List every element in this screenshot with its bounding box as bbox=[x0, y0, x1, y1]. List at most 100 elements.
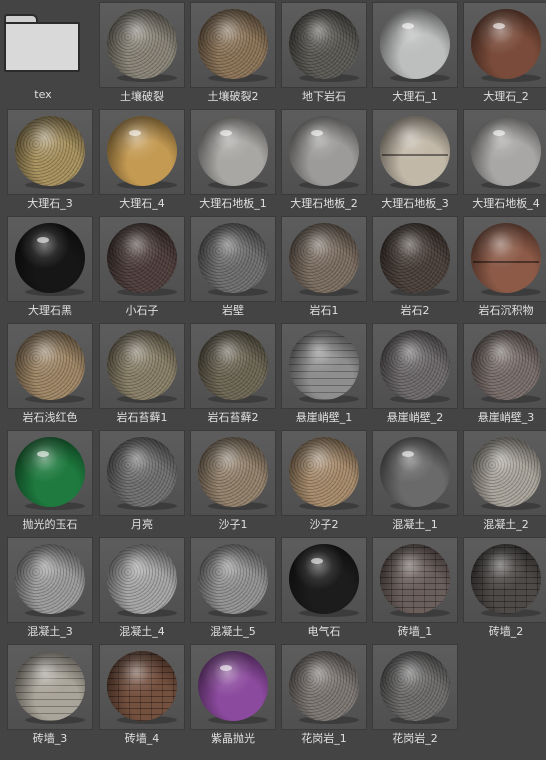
material-label: 岩石沉积物 bbox=[478, 304, 534, 317]
material-label: 花岗岩_2 bbox=[392, 732, 438, 745]
material-sphere bbox=[198, 437, 268, 507]
material-item[interactable]: 沙子2 bbox=[281, 430, 367, 534]
material-label: 砖墙_2 bbox=[488, 625, 524, 638]
material-item[interactable]: 岩石苔藓2 bbox=[190, 323, 276, 427]
material-sphere bbox=[15, 651, 85, 721]
folder-thumbnail bbox=[0, 0, 86, 86]
material-item[interactable]: 大理石_1 bbox=[372, 2, 458, 106]
material-item[interactable]: 土壤破裂 bbox=[99, 2, 185, 106]
material-sphere bbox=[198, 544, 268, 614]
material-label: 月亮 bbox=[131, 518, 153, 531]
material-item[interactable]: 大理石黑 bbox=[7, 216, 93, 320]
material-sphere bbox=[15, 544, 85, 614]
folder-tex[interactable]: tex bbox=[0, 0, 86, 104]
material-item[interactable]: 大理石_4 bbox=[99, 109, 185, 213]
material-thumbnail bbox=[463, 2, 546, 88]
material-item[interactable]: 岩石沉积物 bbox=[463, 216, 546, 320]
material-item[interactable]: 大理石地板_2 bbox=[281, 109, 367, 213]
material-item[interactable]: 岩石2 bbox=[372, 216, 458, 320]
material-sphere bbox=[107, 330, 177, 400]
material-item[interactable]: 混凝土_4 bbox=[99, 537, 185, 641]
material-item[interactable]: 悬崖峭壁_2 bbox=[372, 323, 458, 427]
material-item[interactable]: 砖墙_3 bbox=[7, 644, 93, 748]
material-item[interactable]: 混凝土_3 bbox=[7, 537, 93, 641]
material-item[interactable]: 岩壁 bbox=[190, 216, 276, 320]
material-thumbnail bbox=[99, 2, 185, 88]
material-thumbnail bbox=[7, 216, 93, 302]
material-sphere bbox=[380, 651, 450, 721]
material-thumbnail bbox=[372, 323, 458, 409]
material-item[interactable]: 花岗岩_1 bbox=[281, 644, 367, 748]
material-thumbnail bbox=[372, 2, 458, 88]
material-thumbnail bbox=[7, 323, 93, 409]
material-sphere bbox=[471, 437, 541, 507]
material-thumbnail bbox=[190, 537, 276, 623]
material-item[interactable]: 紫晶抛光 bbox=[190, 644, 276, 748]
material-item[interactable]: 岩石1 bbox=[281, 216, 367, 320]
material-item[interactable]: 月亮 bbox=[99, 430, 185, 534]
material-label: 混凝土_2 bbox=[483, 518, 529, 531]
material-item[interactable]: 混凝土_5 bbox=[190, 537, 276, 641]
material-item[interactable]: 混凝土_1 bbox=[372, 430, 458, 534]
material-label: 岩石1 bbox=[309, 304, 339, 317]
material-sphere bbox=[289, 116, 359, 186]
material-thumbnail bbox=[281, 323, 367, 409]
material-item[interactable]: 土壤破裂2 bbox=[190, 2, 276, 106]
material-item[interactable]: 大理石地板_4 bbox=[463, 109, 546, 213]
material-label: 花岗岩_1 bbox=[301, 732, 347, 745]
material-sphere bbox=[471, 116, 541, 186]
material-item[interactable]: 砖墙_2 bbox=[463, 537, 546, 641]
material-thumbnail bbox=[281, 109, 367, 195]
material-item[interactable]: 抛光的玉石 bbox=[7, 430, 93, 534]
material-item[interactable]: 沙子1 bbox=[190, 430, 276, 534]
material-thumbnail bbox=[281, 644, 367, 730]
material-label: 悬崖峭壁_1 bbox=[295, 411, 353, 424]
material-item[interactable]: 地下岩石 bbox=[281, 2, 367, 106]
material-browser-grid: tex 土壤破裂 土壤破裂2 地下岩石 大理石_1 大理石_2 大理石_3 大理石_4 大理石… bbox=[0, 0, 546, 760]
material-thumbnail bbox=[281, 2, 367, 88]
material-sphere bbox=[289, 437, 359, 507]
material-sphere bbox=[289, 223, 359, 293]
material-thumbnail bbox=[7, 537, 93, 623]
material-item[interactable]: 电气石 bbox=[281, 537, 367, 641]
material-item[interactable]: 岩石浅红色 bbox=[7, 323, 93, 427]
material-item[interactable]: 大理石_3 bbox=[7, 109, 93, 213]
material-thumbnail bbox=[372, 537, 458, 623]
material-sphere bbox=[471, 330, 541, 400]
material-thumbnail bbox=[99, 109, 185, 195]
material-item[interactable]: 大理石地板_1 bbox=[190, 109, 276, 213]
material-thumbnail bbox=[190, 2, 276, 88]
material-label: 岩石2 bbox=[400, 304, 430, 317]
material-label: 混凝土_4 bbox=[119, 625, 165, 638]
material-item[interactable]: 砖墙_4 bbox=[99, 644, 185, 748]
material-item[interactable]: 砖墙_1 bbox=[372, 537, 458, 641]
material-item[interactable]: 大理石地板_3 bbox=[372, 109, 458, 213]
material-thumbnail bbox=[99, 644, 185, 730]
material-thumbnail bbox=[463, 430, 546, 516]
material-item[interactable]: 岩石苔藓1 bbox=[99, 323, 185, 427]
material-label: 大理石_4 bbox=[119, 197, 165, 210]
material-sphere bbox=[471, 9, 541, 79]
material-sphere bbox=[380, 223, 450, 293]
material-thumbnail bbox=[99, 216, 185, 302]
material-item[interactable]: 花岗岩_2 bbox=[372, 644, 458, 748]
material-thumbnail bbox=[463, 537, 546, 623]
material-item[interactable]: 悬崖峭壁_1 bbox=[281, 323, 367, 427]
material-thumbnail bbox=[372, 430, 458, 516]
material-label: 大理石地板_1 bbox=[199, 197, 267, 210]
material-item[interactable]: 大理石_2 bbox=[463, 2, 546, 106]
material-thumbnail bbox=[463, 109, 546, 195]
material-thumbnail bbox=[372, 109, 458, 195]
material-label: 大理石地板_2 bbox=[290, 197, 358, 210]
material-label: 混凝土_5 bbox=[210, 625, 256, 638]
material-label: 地下岩石 bbox=[302, 90, 346, 103]
material-item[interactable]: 悬崖峭壁_3 bbox=[463, 323, 546, 427]
material-item[interactable]: 混凝土_2 bbox=[463, 430, 546, 534]
material-thumbnail bbox=[372, 216, 458, 302]
material-thumbnail bbox=[463, 323, 546, 409]
material-sphere bbox=[107, 223, 177, 293]
material-sphere bbox=[107, 651, 177, 721]
folder-label: tex bbox=[34, 88, 52, 101]
material-item[interactable]: 小石子 bbox=[99, 216, 185, 320]
material-label: 岩石苔藓1 bbox=[116, 411, 168, 424]
